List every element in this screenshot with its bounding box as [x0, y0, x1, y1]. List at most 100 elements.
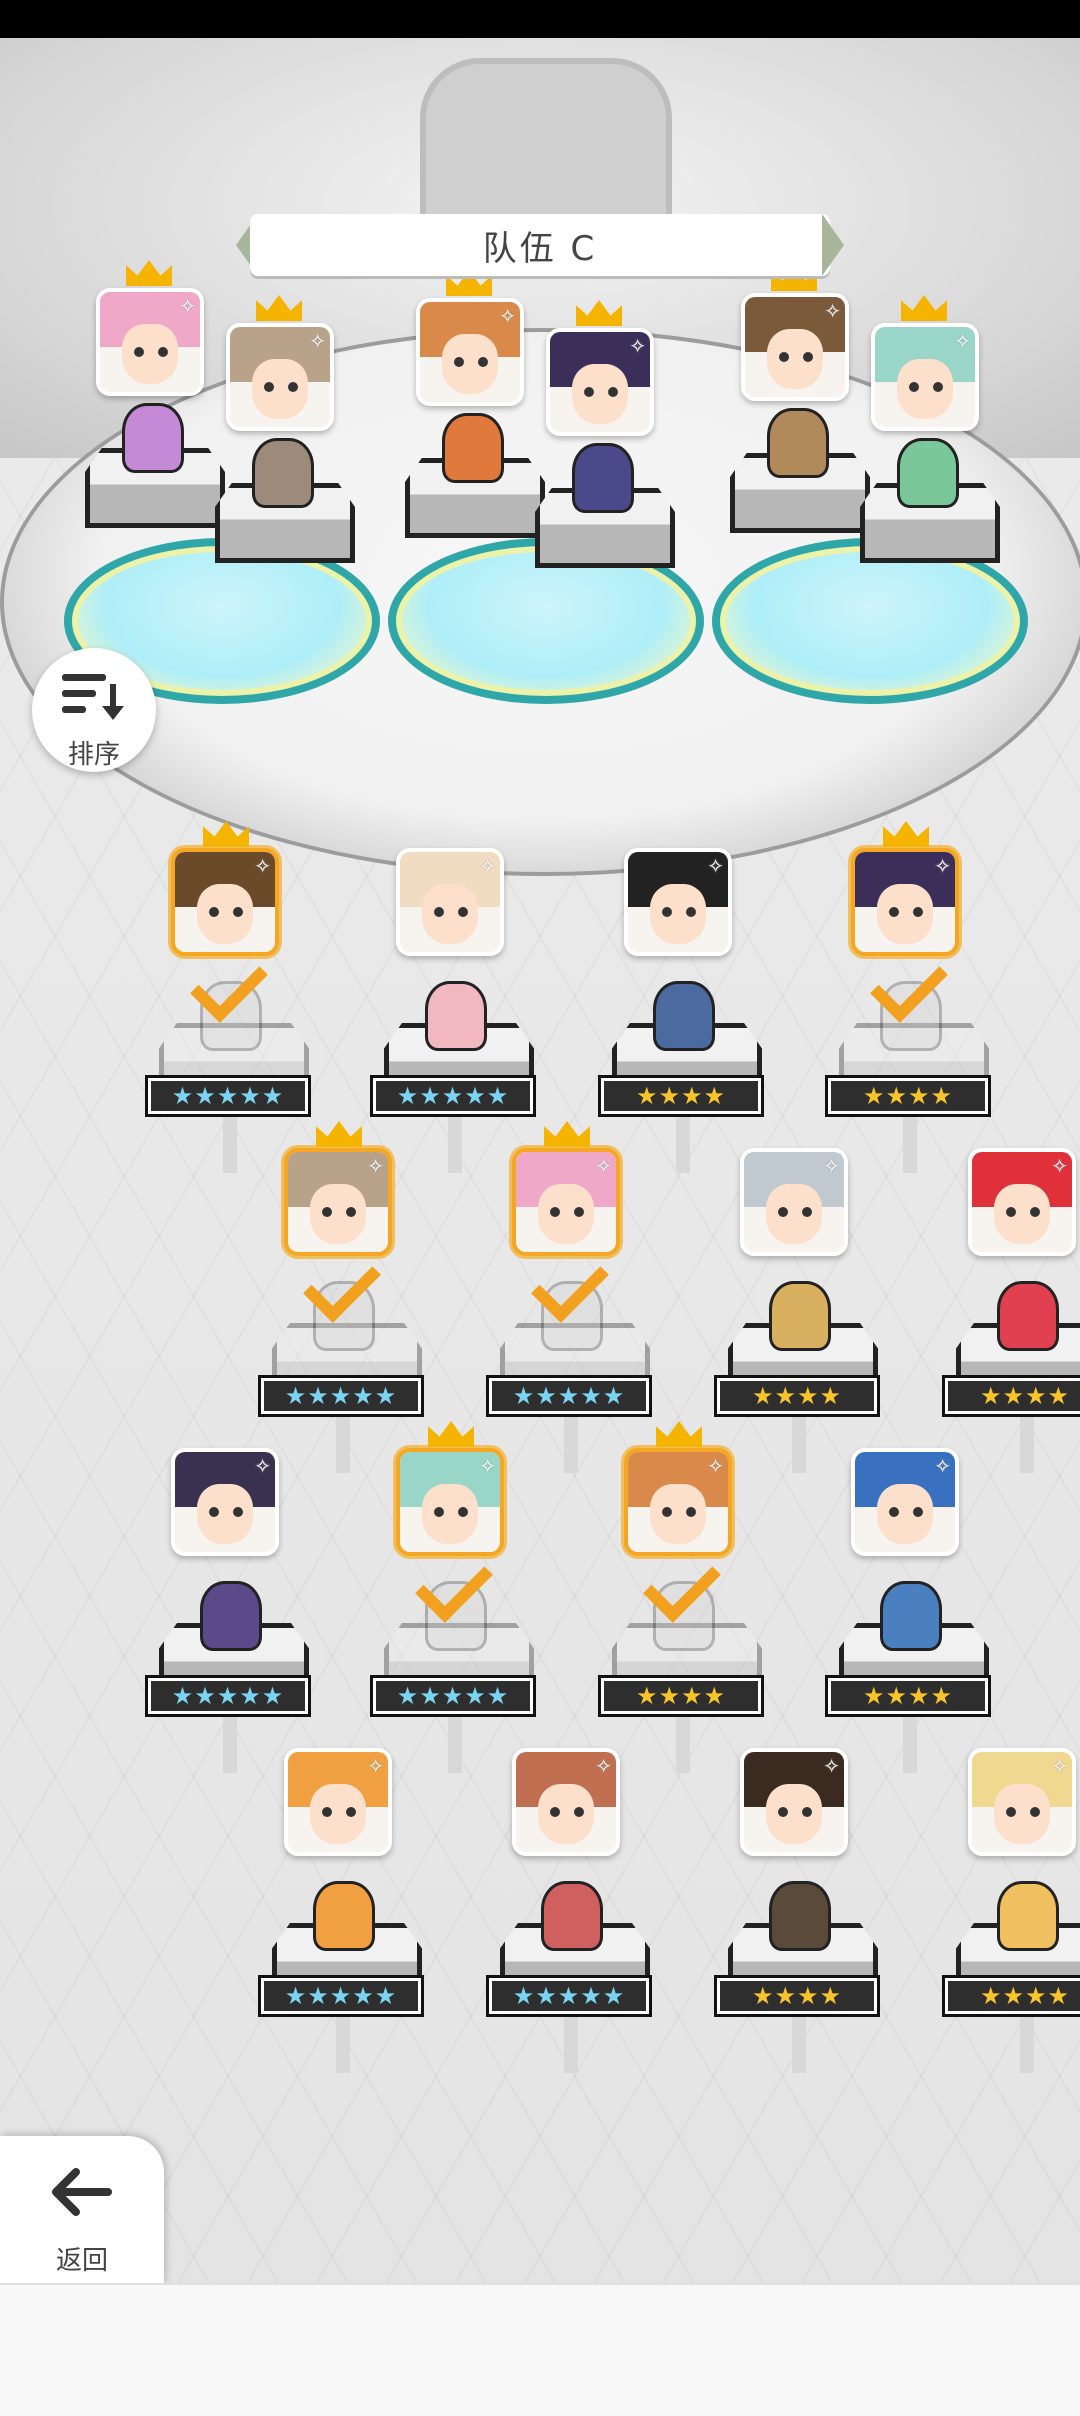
character-portrait: ✧ — [851, 848, 959, 956]
team-slot[interactable]: ✧ — [855, 295, 1000, 563]
character-portrait: ✧ — [740, 1748, 848, 1856]
roster-card[interactable]: ✧ ★★★★★ — [370, 1413, 540, 1773]
portrait-eye — [458, 907, 468, 917]
portrait-eye — [1030, 1207, 1040, 1217]
character-portrait: ✧ — [284, 1148, 392, 1256]
roster-card[interactable]: ✧ ★★★★★ — [145, 1413, 315, 1773]
character-sprite — [997, 1281, 1059, 1351]
character-sprite — [122, 403, 184, 473]
character-portrait: ✧ — [871, 323, 979, 431]
sparkle-icon: ✧ — [823, 1754, 840, 1778]
portrait-eye — [933, 382, 943, 392]
roster-card[interactable]: ✧ ★★★★★ — [486, 1113, 656, 1473]
portrait-eye — [209, 1507, 219, 1517]
portrait-face — [310, 1184, 366, 1244]
character-sprite — [769, 1881, 831, 1951]
character-portrait: ✧ — [851, 1448, 959, 1556]
back-arrow-icon — [52, 2168, 112, 2216]
character-portrait: ✧ — [416, 298, 524, 406]
sort-button[interactable]: 排序 — [32, 648, 156, 772]
roster-card[interactable]: ✧ ★★★★★ — [258, 1713, 428, 2073]
portrait-face — [767, 329, 823, 389]
portrait-eye — [686, 907, 696, 917]
game-scene: ✧ ✧ ✧ ✧ ✧ ✧ ✧ ★★★★★ ✧ ★★★★★ ✧ ★★★★ ✧ ★★★★ ✧ ★★★★★ ✧ ★★★★… — [0, 38, 1080, 2283]
star-rating: ★★★★★ — [370, 1075, 536, 1117]
sparkle-icon: ✧ — [629, 334, 646, 358]
roster-card[interactable]: ✧ ★★★★★ — [145, 813, 315, 1173]
character-portrait: ✧ — [741, 293, 849, 401]
portrait-eye — [574, 1207, 584, 1217]
portrait-eye — [346, 1807, 356, 1817]
character-sprite — [252, 438, 314, 508]
star-rating: ★★★★★ — [486, 1975, 652, 2017]
portrait-eye — [346, 1207, 356, 1217]
roster-card[interactable]: ✧ ★★★★ — [714, 1113, 884, 1473]
character-portrait: ✧ — [968, 1748, 1076, 1856]
portrait-eye — [662, 907, 672, 917]
portrait-face — [994, 1784, 1050, 1844]
team-slot[interactable]: ✧ — [400, 270, 545, 538]
portrait-eye — [574, 1807, 584, 1817]
roster-card[interactable]: ✧ ★★★★ — [825, 813, 995, 1173]
team-slot[interactable]: ✧ — [530, 300, 675, 568]
crown-icon — [203, 821, 249, 847]
pedestal-post — [336, 1413, 350, 1473]
portrait-face — [422, 1484, 478, 1544]
character-portrait: ✧ — [546, 328, 654, 436]
pedestal-post — [903, 1713, 917, 1773]
star-rating: ★★★★★ — [145, 1075, 311, 1117]
portrait-face — [252, 359, 308, 419]
pedestal-post — [903, 1113, 917, 1173]
roster-card[interactable]: ✧ ★★★★★ — [486, 1713, 656, 2073]
roster-card[interactable]: ✧ ★★★★ — [598, 1413, 768, 1773]
portrait-eye — [803, 352, 813, 362]
character-portrait: ✧ — [624, 848, 732, 956]
character-sprite — [425, 981, 487, 1051]
sparkle-icon: ✧ — [367, 1154, 384, 1178]
roster-card[interactable]: ✧ ★★★★★ — [258, 1113, 428, 1473]
portrait-face — [197, 884, 253, 944]
crown-icon — [883, 821, 929, 847]
sort-icon — [62, 674, 124, 720]
character-sprite — [653, 981, 715, 1051]
portrait-eye — [913, 907, 923, 917]
star-rating: ★★★★ — [598, 1675, 764, 1717]
roster-card[interactable]: ✧ ★★★★ — [942, 1713, 1080, 2073]
portrait-face — [877, 884, 933, 944]
pedestal-post — [564, 2013, 578, 2073]
pedestal-post — [223, 1713, 237, 1773]
back-button[interactable]: 返回 — [0, 2136, 164, 2284]
roster-card[interactable]: ✧ ★★★★ — [825, 1413, 995, 1773]
sort-label: 排序 — [67, 740, 120, 770]
portrait-eye — [288, 382, 298, 392]
character-portrait: ✧ — [396, 848, 504, 956]
pedestal-post — [1020, 2013, 1034, 2073]
roster-card[interactable]: ✧ ★★★★ — [714, 1713, 884, 2073]
character-portrait: ✧ — [171, 1448, 279, 1556]
portrait-face — [766, 1184, 822, 1244]
portrait-face — [538, 1184, 594, 1244]
roster-card[interactable]: ✧ ★★★★★ — [370, 813, 540, 1173]
sparkle-icon: ✧ — [934, 854, 951, 878]
character-portrait: ✧ — [512, 1748, 620, 1856]
team-slot[interactable]: ✧ — [80, 260, 225, 528]
star-rating: ★★★★ — [825, 1675, 991, 1717]
team-slot[interactable]: ✧ — [210, 295, 355, 563]
next-team-arrow-icon[interactable] — [822, 214, 844, 276]
team-slot[interactable]: ✧ — [725, 265, 870, 533]
portrait-face — [572, 364, 628, 424]
pedestal-post — [792, 1413, 806, 1473]
crown-icon — [544, 1121, 590, 1147]
sparkle-icon: ✧ — [934, 1454, 951, 1478]
portrait-eye — [889, 907, 899, 917]
character-sprite — [313, 1881, 375, 1951]
team-name-banner[interactable]: 队伍 C — [250, 214, 830, 276]
roster-card[interactable]: ✧ ★★★★ — [598, 813, 768, 1173]
sparkle-icon: ✧ — [595, 1154, 612, 1178]
sparkle-icon: ✧ — [499, 304, 516, 328]
character-sprite — [200, 1581, 262, 1651]
portrait-face — [766, 1784, 822, 1844]
roster-card[interactable]: ✧ ★★★★ — [942, 1113, 1080, 1473]
character-sprite — [572, 443, 634, 513]
portrait-eye — [1006, 1207, 1016, 1217]
